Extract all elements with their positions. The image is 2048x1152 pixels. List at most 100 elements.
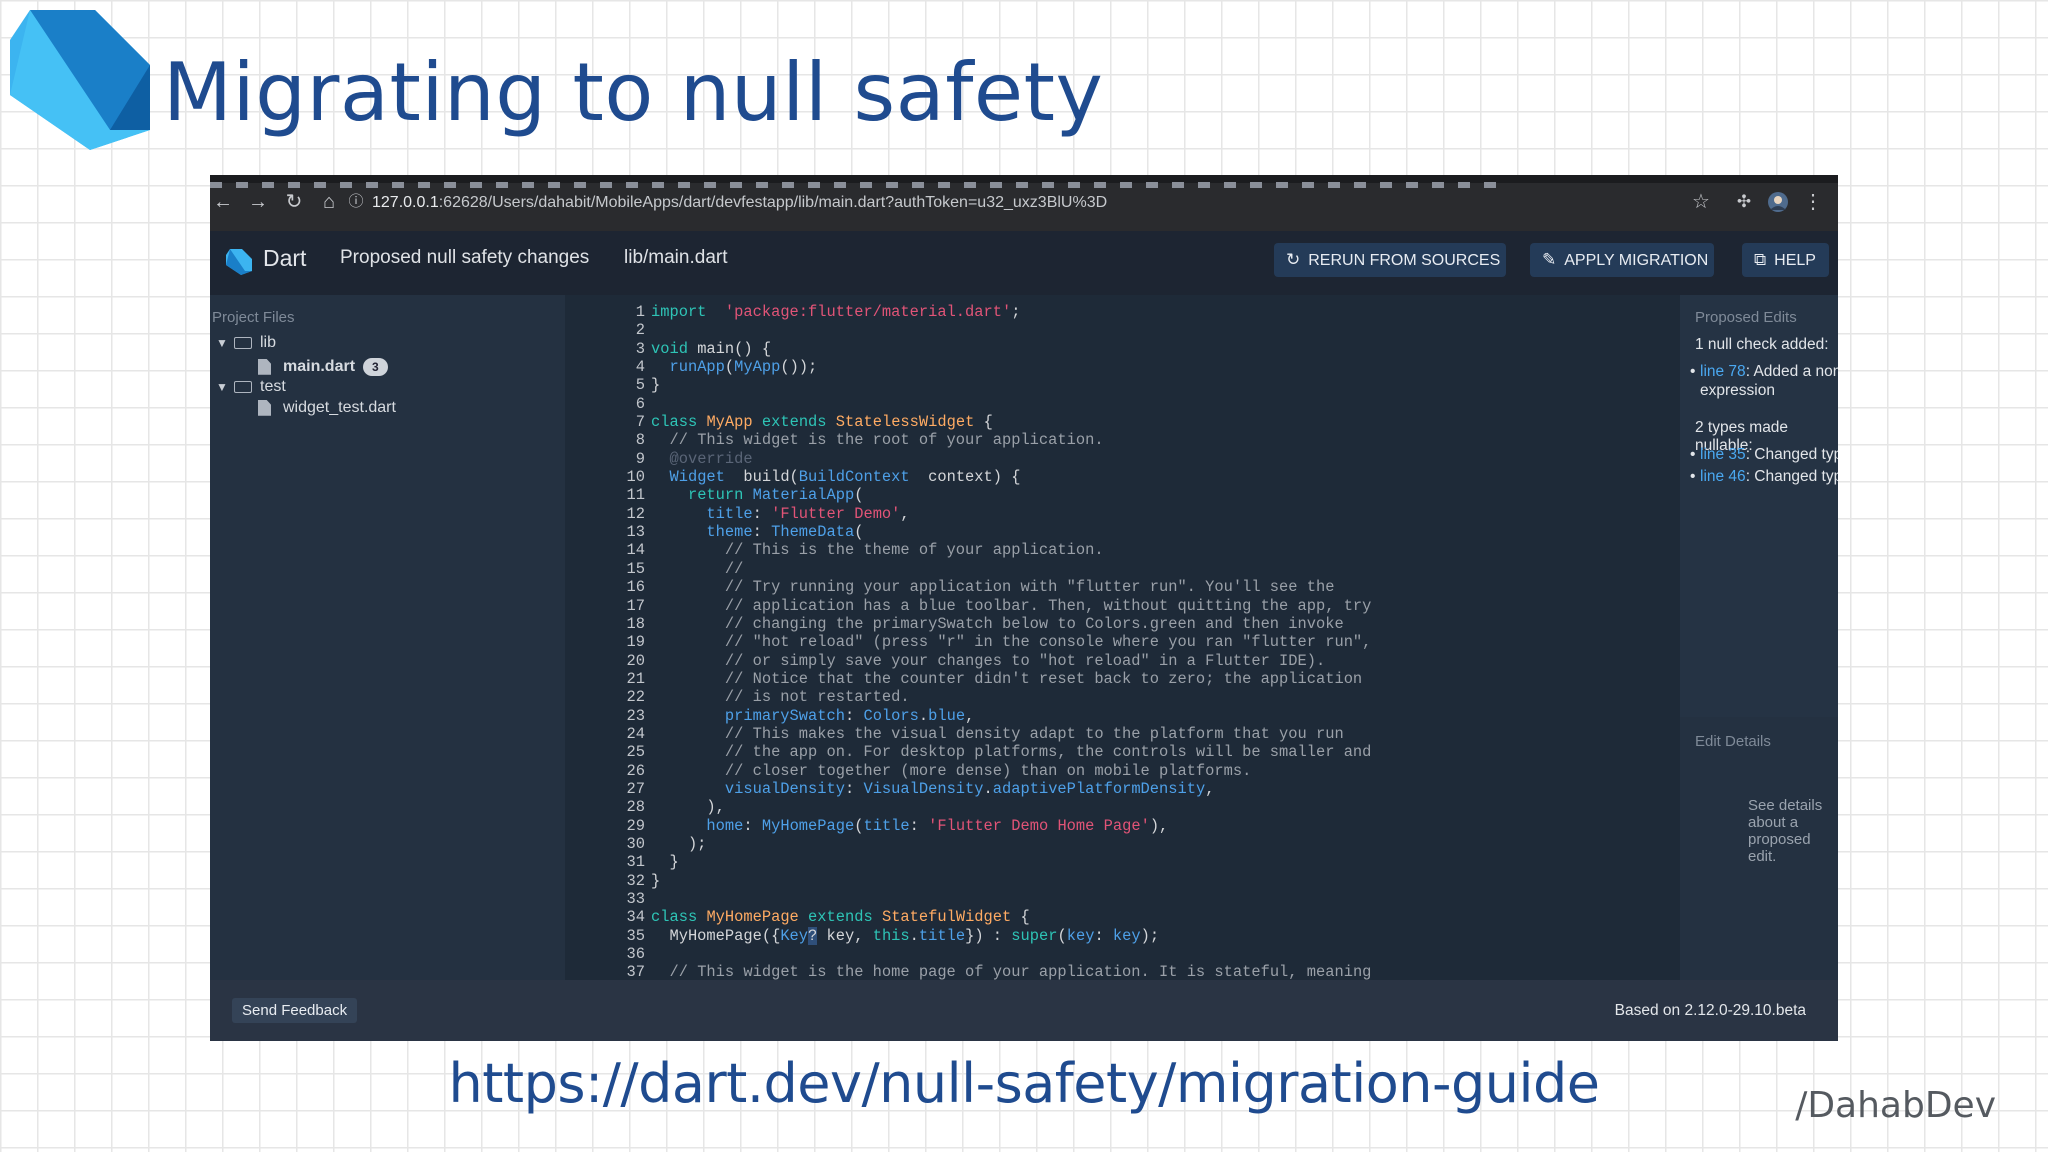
home-icon[interactable]: ⌂ — [318, 191, 340, 213]
code-token: { — [1011, 908, 1030, 927]
edit-link-line-78[interactable]: line 78 — [1700, 363, 1746, 380]
edit-link-line-35[interactable]: line 35 — [1700, 446, 1746, 463]
rerun-from-sources-button[interactable]: ↻ RERUN FROM SOURCES — [1274, 243, 1506, 277]
project-files-panel: Project Files ▼ lib main.dart 3 ▼ test widg… — [210, 295, 565, 980]
browser-menu-icon[interactable]: ⋮ — [1802, 191, 1824, 213]
null-check-group-title: 1 null check added: — [1695, 336, 1829, 353]
code-token: primarySwatch — [724, 706, 845, 725]
edit-item-line-46[interactable]: •line 46: Changed type 'String' to be nu… — [1690, 467, 1838, 486]
code-line: 28 ), — [565, 798, 1390, 816]
code-editor[interactable]: 1 import 'package:flutter/material.dart';… — [565, 295, 1680, 980]
migration-guide-link[interactable]: https://dart.dev/null-safety/migration-g… — [0, 1052, 2048, 1115]
line-number: 9 — [635, 449, 645, 468]
code-token: runApp — [669, 358, 725, 377]
proposed-edits-panel — [1680, 295, 1838, 717]
tree-file-widget-test[interactable]: widget_test.dart — [258, 399, 396, 417]
code-token: // This is the theme of your application… — [724, 541, 1104, 560]
line-number: 18 — [626, 614, 645, 633]
edit-link-line-46[interactable]: line 46 — [1700, 468, 1746, 485]
code-listing: 1 import 'package:flutter/material.dart';… — [565, 303, 1390, 980]
edit-item-line-35[interactable]: •line 35: Changed type 'Key' to be nulla… — [1690, 445, 1838, 464]
code-token: key — [1112, 926, 1141, 945]
code-line: 30 ); — [565, 835, 1390, 853]
apply-migration-button[interactable]: ✎ APPLY MIGRATION — [1530, 243, 1714, 277]
code-token: 'Flutter Demo Home Page' — [928, 816, 1150, 835]
line-number: 16 — [626, 578, 645, 597]
code-token: . — [909, 926, 919, 945]
code-token: title — [706, 504, 753, 523]
code-token: , — [965, 706, 975, 725]
line-number: 23 — [626, 706, 645, 725]
dart-app-icon — [226, 249, 252, 275]
line-number: 17 — [626, 596, 645, 615]
line-number: 1 — [635, 303, 645, 321]
code-line: 26 // closer together (more dense) than … — [565, 762, 1390, 780]
code-token: ); — [1140, 926, 1160, 945]
page-heading: Proposed null safety changes — [340, 247, 590, 268]
dart-logo-icon — [10, 10, 150, 150]
rerun-label: RERUN FROM SOURCES — [1308, 252, 1501, 269]
code-token: // changing the primarySwatch below to C… — [724, 614, 1344, 633]
back-arrow-icon[interactable]: ← — [212, 191, 234, 213]
site-info-icon[interactable]: ⓘ — [345, 191, 367, 213]
edit-desc-line-46: : Changed type 'String' to be nullable — [1745, 468, 1838, 485]
line-number: 4 — [635, 358, 645, 377]
tree-file-main[interactable]: main.dart 3 — [258, 358, 388, 376]
line-number: 30 — [626, 834, 645, 853]
browser-toolbar: ← → ↻ ⌂ ⓘ 127.0.0.1:62628/Users/dahabit/… — [210, 175, 1838, 231]
address-bar[interactable]: 127.0.0.1:62628/Users/dahabit/MobileApps… — [372, 189, 1838, 217]
code-token: this — [872, 926, 910, 945]
edit-item-line-78[interactable]: •line 78: Added a non-null assertion to … — [1690, 362, 1838, 400]
code-token: : — [752, 504, 772, 523]
code-token: // — [724, 559, 744, 578]
line-number: 8 — [635, 431, 645, 450]
line-number: 11 — [626, 486, 645, 505]
expand-caret-icon[interactable]: ▼ — [216, 336, 230, 350]
slide-title: Migrating to null safety — [163, 46, 1104, 139]
code-token: // This widget is the home page of your … — [669, 963, 1372, 980]
edit-count-badge: 3 — [363, 358, 388, 376]
code-line: 2 — [565, 321, 1390, 339]
send-feedback-button[interactable]: Send Feedback — [232, 998, 358, 1023]
extensions-puzzle-icon[interactable]: ✣ — [1733, 191, 1755, 213]
profile-avatar-icon[interactable] — [1767, 191, 1789, 213]
code-token: title — [918, 926, 966, 945]
help-button[interactable]: ⧉ HELP — [1742, 243, 1829, 277]
code-token: MyHomePage — [706, 908, 799, 927]
open-external-icon: ⧉ — [1754, 250, 1767, 269]
line-number: 37 — [626, 963, 645, 980]
forward-arrow-icon[interactable]: → — [247, 191, 269, 213]
current-file-path: lib/main.dart — [624, 247, 728, 268]
bookmark-star-icon[interactable]: ☆ — [1690, 191, 1712, 213]
folder-icon — [234, 380, 252, 393]
project-files-label: Project Files — [212, 309, 295, 326]
code-token: import — [651, 303, 707, 321]
code-line: 7 class MyApp extends StatelessWidget { — [565, 413, 1390, 431]
line-number: 25 — [626, 743, 645, 762]
tree-folder-test[interactable]: ▼ test — [216, 378, 286, 396]
reload-icon[interactable]: ↻ — [283, 191, 305, 213]
line-number: 2 — [635, 321, 645, 340]
line-number: 12 — [626, 504, 645, 523]
code-token: } — [651, 853, 679, 872]
expand-caret-icon[interactable]: ▼ — [216, 380, 230, 394]
code-token: // Notice that the counter didn't reset … — [724, 669, 1363, 688]
line-number: 36 — [626, 945, 645, 964]
code-line: 37 // This widget is the home page of yo… — [565, 963, 1390, 980]
code-token: { — [974, 413, 993, 432]
line-number: 34 — [626, 908, 645, 927]
code-line: 12 title: 'Flutter Demo', — [565, 505, 1390, 523]
code-token: adaptivePlatformDensity — [992, 779, 1206, 798]
tree-folder-lib[interactable]: ▼ lib — [216, 334, 276, 352]
code-token: return — [687, 486, 744, 505]
line-number: 35 — [626, 926, 645, 945]
line-number: 20 — [626, 651, 645, 670]
